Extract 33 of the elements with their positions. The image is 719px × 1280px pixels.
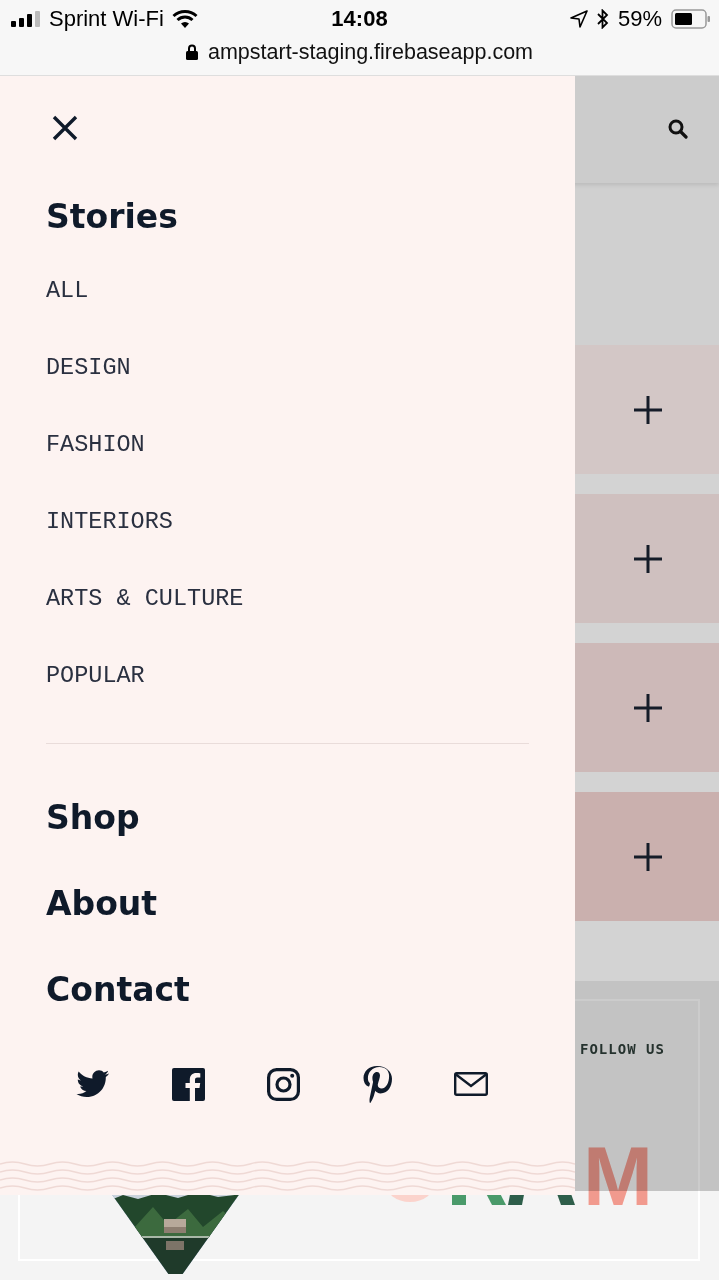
page-link[interactable]: Shop [46,798,140,838]
category-link[interactable]: INTERIORS [46,507,173,537]
close-button[interactable] [52,115,78,141]
page-link[interactable]: About [46,884,158,924]
plus-icon[interactable] [633,394,663,425]
clock-time: 14:08 [330,6,389,32]
logo-letter: M [583,1134,653,1218]
battery-percentage: 59% [617,6,662,32]
camera-icon[interactable] [267,1067,300,1101]
square-f-icon[interactable] [172,1067,205,1101]
wifi-icon [171,10,198,28]
plus-icon[interactable] [633,692,663,723]
bird-icon[interactable] [76,1070,110,1098]
signal-icon [11,11,41,27]
search-button[interactable] [667,117,689,140]
category-link[interactable]: ALL [46,276,89,306]
lock-icon [185,44,198,60]
plus-icon[interactable] [633,543,663,574]
page-link[interactable]: Contact [46,970,190,1010]
pin-p-icon[interactable] [362,1065,392,1103]
category-link[interactable]: DESIGN [46,353,131,383]
category-link[interactable]: POPULAR [46,661,145,691]
bluetooth-icon [596,9,609,29]
category-link[interactable]: FASHION [46,430,145,460]
follow-label: FOLLOW US [579,1040,666,1059]
envelope-icon[interactable] [454,1072,488,1096]
location-arrow-icon [569,10,588,28]
carrier-name: Sprint Wi-Fi [49,6,164,32]
plus-icon[interactable] [633,841,663,872]
category-link[interactable]: ARTS & CULTURE [46,584,244,614]
battery-icon [671,9,711,29]
section-heading: Stories [46,197,178,237]
page-url[interactable]: ampstart-staging.firebaseapp.com [207,39,534,65]
